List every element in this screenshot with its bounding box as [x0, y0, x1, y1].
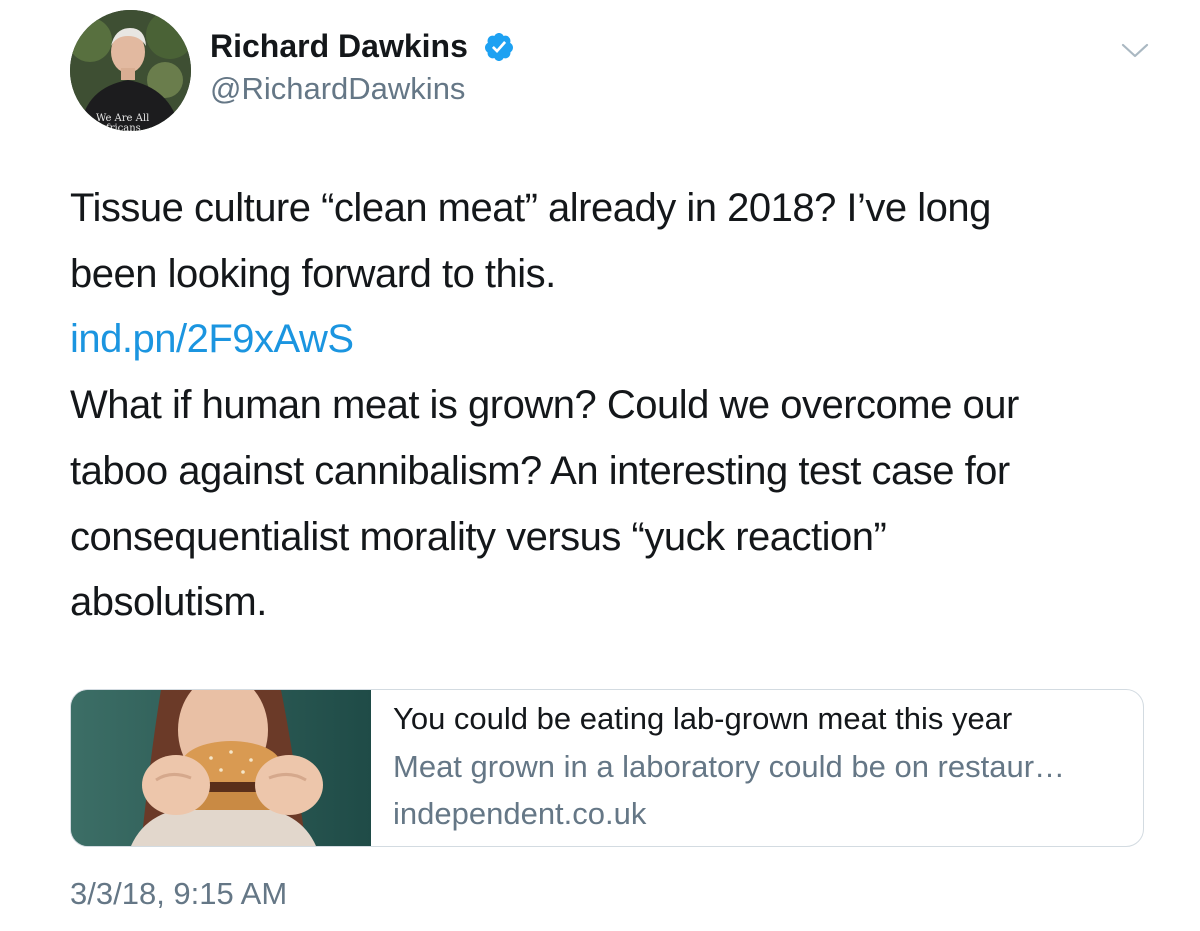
avatar[interactable]: We Are All fricans: [70, 10, 191, 131]
card-title: You could be eating lab-grown meat this …: [393, 701, 1013, 736]
author-name[interactable]: Richard Dawkins: [210, 26, 468, 66]
tweet-text-line: Tissue culture “clean meat” already in 2…: [70, 186, 991, 230]
card-image: [71, 690, 371, 846]
verified-badge-icon: [484, 33, 513, 61]
tweet-link[interactable]: ind.pn/2F9xAwS: [70, 307, 1150, 373]
burger-photo: [71, 690, 371, 846]
tweet-text-line: taboo against cannibalism? An interestin…: [70, 448, 1010, 493]
link-preview-card[interactable]: You could be eating lab-grown meat this …: [70, 689, 1144, 847]
tweet-text-line: consequentialist morality versus “yuck r…: [70, 514, 887, 559]
avatar-photo: We Are All fricans: [70, 10, 191, 131]
card-description: Meat grown in a laboratory could be on r…: [393, 749, 1066, 784]
chevron-down-icon[interactable]: [1120, 38, 1150, 62]
author-handle[interactable]: @RichardDawkins: [210, 70, 465, 108]
tweet-text-line: been looking forward to this.: [70, 251, 556, 296]
tweet-text: Tissue culture “clean meat” already in 2…: [70, 176, 1150, 636]
tweet-text-line: absolutism.: [70, 580, 267, 625]
svg-text:fricans: fricans: [106, 123, 141, 131]
card-domain: independent.co.uk: [393, 796, 647, 831]
tweet-timestamp[interactable]: 3/3/18, 9:15 AM: [70, 874, 287, 914]
tweet-text-line: What if human meat is grown? Could we ov…: [70, 383, 1019, 428]
